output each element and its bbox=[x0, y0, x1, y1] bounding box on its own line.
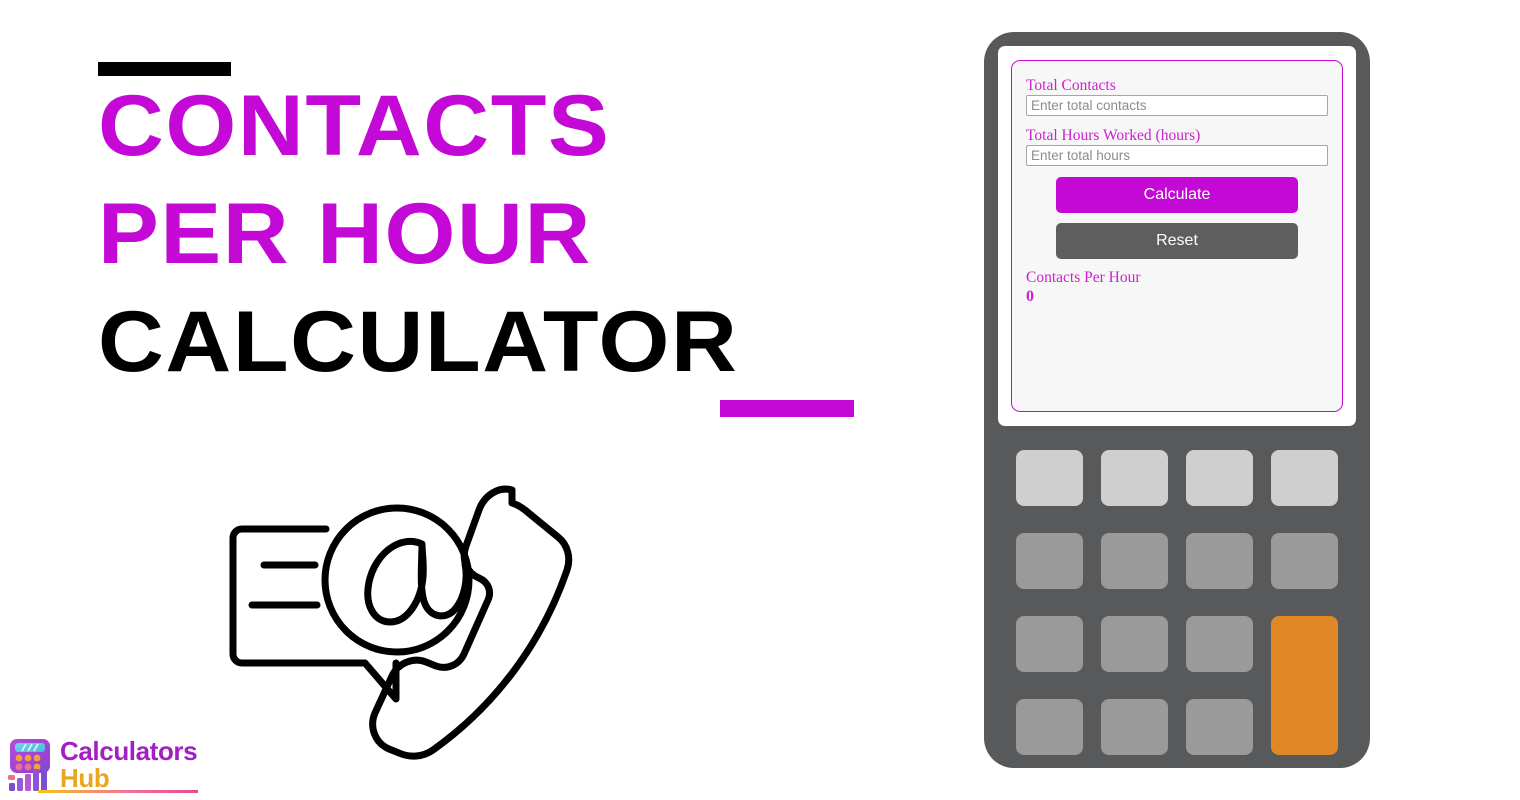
keypad-key-r3c3[interactable] bbox=[1186, 616, 1253, 672]
calculators-hub-logo-icon bbox=[8, 739, 50, 791]
result-value: 0 bbox=[1026, 287, 1034, 305]
hero-line-3: CALCULATOR bbox=[98, 294, 739, 390]
keypad-key-r4c2[interactable] bbox=[1101, 699, 1168, 755]
keypad-key-r3c2[interactable] bbox=[1101, 616, 1168, 672]
keypad-key-r4c3[interactable] bbox=[1186, 699, 1253, 755]
logo-word-hub: Hub bbox=[60, 763, 110, 793]
total-hours-input[interactable] bbox=[1026, 145, 1328, 166]
calculator-device: Total Contacts Total Hours Worked (hours… bbox=[984, 32, 1370, 768]
keypad-key-r1c1[interactable] bbox=[1016, 450, 1083, 506]
logo-underline bbox=[38, 790, 198, 793]
contacts-per-hour-form: Total Contacts Total Hours Worked (hours… bbox=[1011, 60, 1343, 412]
calculate-button[interactable]: Calculate bbox=[1056, 177, 1298, 213]
hero-title-block: CONTACTS PER HOUR CALCULATOR bbox=[98, 62, 898, 417]
brand-logo[interactable]: Calculators Hub bbox=[6, 736, 206, 794]
reset-button[interactable]: Reset bbox=[1056, 223, 1298, 259]
keypad-key-r2c4[interactable] bbox=[1271, 533, 1338, 589]
hero-line-1: CONTACTS bbox=[98, 78, 611, 174]
hero-line-2: PER HOUR bbox=[98, 186, 592, 282]
logo-word-calculators: Calculators bbox=[60, 736, 198, 766]
keypad-key-r2c2[interactable] bbox=[1101, 533, 1168, 589]
logo-wordmark: Calculators Hub bbox=[60, 736, 198, 793]
title-top-rule bbox=[98, 62, 231, 76]
keypad-key-r1c3[interactable] bbox=[1186, 450, 1253, 506]
total-contacts-input[interactable] bbox=[1026, 95, 1328, 116]
contact-at-symbol-phone-icon bbox=[229, 485, 573, 760]
keypad-key-r1c2[interactable] bbox=[1101, 450, 1168, 506]
keypad-key-r4c1[interactable] bbox=[1016, 699, 1083, 755]
contact-illustration bbox=[222, 472, 602, 772]
total-hours-label: Total Hours Worked (hours) bbox=[1026, 127, 1201, 144]
keypad-key-r2c3[interactable] bbox=[1186, 533, 1253, 589]
calculator-screen: Total Contacts Total Hours Worked (hours… bbox=[998, 46, 1356, 426]
total-contacts-label: Total Contacts bbox=[1026, 77, 1116, 94]
keypad-key-r1c4[interactable] bbox=[1271, 450, 1338, 506]
calculator-keypad bbox=[998, 450, 1356, 755]
keypad-key-r2c1[interactable] bbox=[1016, 533, 1083, 589]
keypad-key-equals-tall[interactable] bbox=[1271, 616, 1338, 755]
result-label: Contacts Per Hour bbox=[1026, 269, 1141, 286]
title-bottom-rule bbox=[720, 400, 854, 417]
keypad-key-r3c1[interactable] bbox=[1016, 616, 1083, 672]
poster-canvas: CONTACTS PER HOUR CALCULATOR Calculators… bbox=[0, 0, 1520, 800]
